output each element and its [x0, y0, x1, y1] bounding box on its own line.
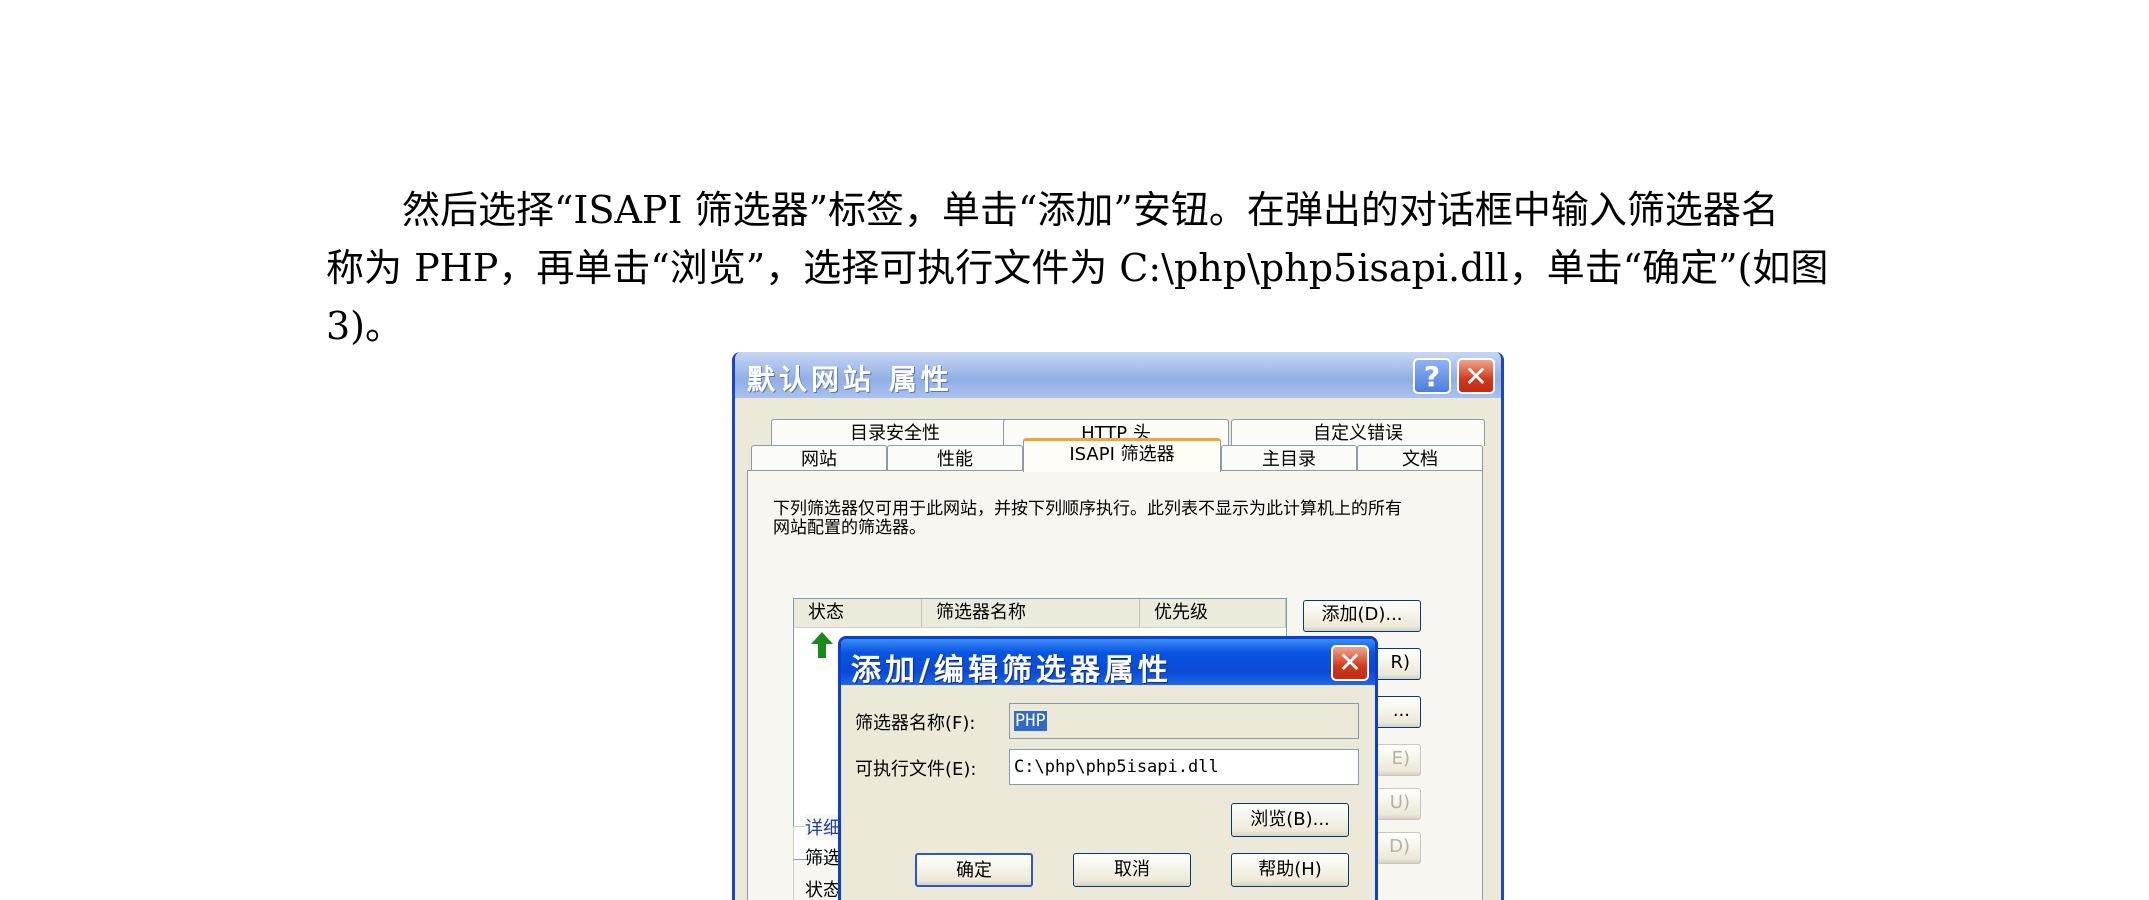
tab-performance[interactable]: 性能: [887, 445, 1023, 472]
tab-custom-errors[interactable]: 自定义错误: [1231, 419, 1485, 446]
dialog-titlebar[interactable]: 添加/编辑筛选器属性 ✕: [841, 639, 1375, 688]
ok-button[interactable]: 确定: [915, 853, 1033, 887]
column-status[interactable]: 状态: [794, 599, 922, 627]
tab-directory-security[interactable]: 目录安全性: [771, 419, 1019, 446]
window-title: 默认网站 属性: [747, 363, 953, 396]
details-group-label: 详细: [805, 814, 841, 840]
help-button[interactable]: ?: [1413, 358, 1451, 394]
executable-label: 可执行文件(E):: [855, 759, 977, 780]
add-filter-button[interactable]: 添加(D)...: [1303, 600, 1421, 632]
browse-button[interactable]: 浏览(B)...: [1231, 803, 1349, 837]
executable-field[interactable]: C:\php\php5isapi.dll: [1009, 749, 1359, 785]
dialog-close-button[interactable]: ✕: [1331, 645, 1369, 681]
add-edit-filter-dialog: 添加/编辑筛选器属性 ✕ 筛选器名称(F): PHP 可执行文件(E): C:\…: [838, 636, 1378, 900]
details-status-label: 状态: [805, 880, 841, 900]
tab-home-directory[interactable]: 主目录: [1221, 445, 1357, 472]
window-titlebar[interactable]: 默认网站 属性 ? ✕: [735, 352, 1501, 398]
window-close-button[interactable]: ✕: [1457, 358, 1495, 394]
filter-name-field[interactable]: PHP: [1009, 703, 1359, 739]
details-filter-label: 筛选: [805, 848, 841, 869]
dialog-title: 添加/编辑筛选器属性: [851, 653, 1172, 688]
filters-description: 下列筛选器仅可用于此网站，并按下列顺序执行。此列表不显示为此计算机上的所有网站配…: [773, 499, 1402, 538]
paragraph-line-3: 3)。: [326, 304, 404, 348]
paragraph-line-2: 称为 PHP，再单击“浏览”，选择可执行文件为 C:\php\php5isapi…: [326, 246, 1829, 290]
tab-isapi-filters[interactable]: ISAPI 筛选器: [1023, 438, 1221, 472]
cancel-button[interactable]: 取消: [1073, 853, 1191, 887]
filter-name-value: PHP: [1014, 711, 1047, 731]
column-filter-name[interactable]: 筛选器名称: [922, 599, 1140, 627]
tab-website[interactable]: 网站: [751, 445, 887, 472]
tab-documents[interactable]: 文档: [1357, 445, 1483, 472]
status-up-arrow-icon: [811, 632, 833, 658]
paragraph-line-1: 然后选择“ISAPI 筛选器”标签，单击“添加”安钮。在弹出的对话框中输入筛选器…: [402, 188, 1779, 232]
dialog-help-button[interactable]: 帮助(H): [1231, 853, 1349, 887]
filters-list-header: 状态 筛选器名称 优先级: [794, 599, 1286, 628]
column-priority[interactable]: 优先级: [1140, 599, 1286, 627]
filter-name-label: 筛选器名称(F):: [855, 713, 976, 734]
